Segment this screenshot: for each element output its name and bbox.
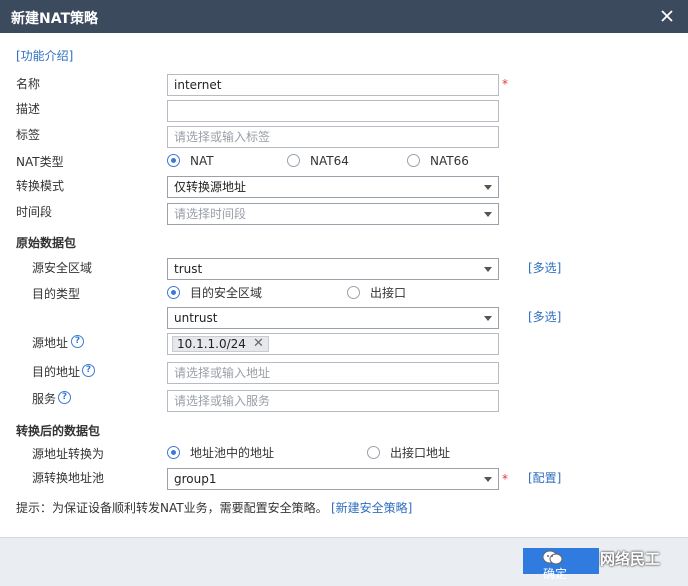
nat-type-radio-nat[interactable] bbox=[167, 154, 180, 167]
mode-value: 仅转换源地址 bbox=[174, 180, 247, 194]
src-zone-multiselect-link[interactable]: [多选] bbox=[528, 260, 561, 276]
dst-addr-placeholder: 请选择或输入地址 bbox=[174, 366, 271, 380]
intro-link[interactable]: [功能介绍] bbox=[16, 48, 73, 64]
src-addr-input[interactable]: 10.1.1.0/24 ✕ bbox=[167, 333, 499, 355]
nat-type-option-nat66: NAT66 bbox=[430, 154, 469, 168]
src-addr-tag: 10.1.1.0/24 ✕ bbox=[172, 336, 269, 352]
pool-value: group1 bbox=[174, 472, 217, 486]
src-conv-option-pool: 地址池中的地址 bbox=[190, 446, 275, 460]
nat-type-option-nat64: NAT64 bbox=[310, 154, 349, 168]
pool-label: 源转换地址池 bbox=[32, 471, 105, 485]
dst-type-radio-interface[interactable] bbox=[347, 286, 360, 299]
dst-type-option-zone: 目的安全区域 bbox=[190, 286, 263, 300]
dst-zone-value: untrust bbox=[174, 311, 218, 325]
chevron-down-icon bbox=[484, 212, 492, 217]
nat-type-option-nat: NAT bbox=[190, 154, 214, 168]
required-mark: * bbox=[502, 77, 508, 91]
hint-text: 提示：为保证设备顺利转发NAT业务，需要配置安全策略。 bbox=[16, 501, 328, 515]
time-select[interactable]: 请选择时间段 bbox=[167, 203, 499, 225]
mode-label: 转换模式 bbox=[16, 179, 65, 193]
service-placeholder: 请选择或输入服务 bbox=[174, 394, 271, 408]
nat-type-radio-nat66[interactable] bbox=[407, 154, 420, 167]
dst-zone-multiselect-link[interactable]: [多选] bbox=[528, 309, 561, 325]
wechat-icon bbox=[542, 550, 564, 566]
chevron-down-icon bbox=[484, 185, 492, 190]
chevron-down-icon bbox=[484, 477, 492, 482]
name-label: 名称 bbox=[16, 77, 41, 91]
chevron-down-icon bbox=[484, 316, 492, 321]
help-icon[interactable]: ? bbox=[71, 335, 84, 348]
dst-zone-select[interactable]: untrust bbox=[167, 307, 499, 329]
new-security-policy-link[interactable]: [新建安全策略] bbox=[331, 500, 412, 516]
src-zone-label: 源安全区域 bbox=[32, 261, 93, 275]
dialog-titlebar: 新建NAT策略 bbox=[0, 0, 688, 33]
src-addr-tag-text: 10.1.1.0/24 bbox=[177, 337, 246, 351]
name-input[interactable]: internet bbox=[167, 74, 499, 96]
tag-placeholder: 请选择或输入标签 bbox=[174, 130, 271, 144]
time-label: 时间段 bbox=[16, 205, 53, 219]
desc-input[interactable] bbox=[167, 100, 499, 122]
remove-icon[interactable]: ✕ bbox=[253, 337, 264, 351]
chevron-down-icon bbox=[484, 267, 492, 272]
dst-type-radio-zone[interactable] bbox=[167, 286, 180, 299]
close-icon[interactable] bbox=[656, 5, 678, 27]
service-label: 服务 bbox=[32, 392, 57, 406]
dialog-title: 新建NAT策略 bbox=[11, 11, 99, 27]
tag-input[interactable]: 请选择或输入标签 bbox=[167, 126, 499, 148]
src-conv-option-interface: 出接口地址 bbox=[390, 446, 451, 460]
desc-label: 描述 bbox=[16, 102, 41, 116]
nat-type-label: NAT类型 bbox=[16, 155, 64, 169]
dst-type-label: 目的类型 bbox=[32, 287, 81, 301]
pool-config-link[interactable]: [配置] bbox=[528, 470, 561, 486]
dst-addr-input[interactable]: 请选择或输入地址 bbox=[167, 362, 499, 384]
time-placeholder: 请选择时间段 bbox=[174, 207, 247, 221]
service-input[interactable]: 请选择或输入服务 bbox=[167, 390, 499, 412]
watermark-text: 网络民工 bbox=[600, 550, 661, 568]
required-mark: * bbox=[502, 472, 508, 486]
src-conv-label: 源地址转换为 bbox=[32, 447, 105, 461]
name-value: internet bbox=[174, 78, 222, 92]
pool-select[interactable]: group1 bbox=[167, 468, 499, 490]
help-icon[interactable]: ? bbox=[58, 391, 71, 404]
dst-type-option-interface: 出接口 bbox=[370, 286, 407, 300]
dialog-footer: 确定 网络民工 bbox=[0, 537, 688, 586]
dst-addr-label: 目的地址 bbox=[32, 365, 81, 379]
src-conv-radio-interface[interactable] bbox=[367, 446, 380, 459]
src-addr-label: 源地址 bbox=[32, 336, 69, 350]
translated-packet-heading: 转换后的数据包 bbox=[16, 424, 101, 438]
tag-label: 标签 bbox=[16, 128, 41, 142]
src-conv-radio-pool[interactable] bbox=[167, 446, 180, 459]
help-icon[interactable]: ? bbox=[82, 364, 95, 377]
src-zone-select[interactable]: trust bbox=[167, 258, 499, 280]
src-zone-value: trust bbox=[174, 262, 203, 276]
nat-type-radio-nat64[interactable] bbox=[287, 154, 300, 167]
original-packet-heading: 原始数据包 bbox=[16, 236, 77, 250]
mode-select[interactable]: 仅转换源地址 bbox=[167, 176, 499, 198]
